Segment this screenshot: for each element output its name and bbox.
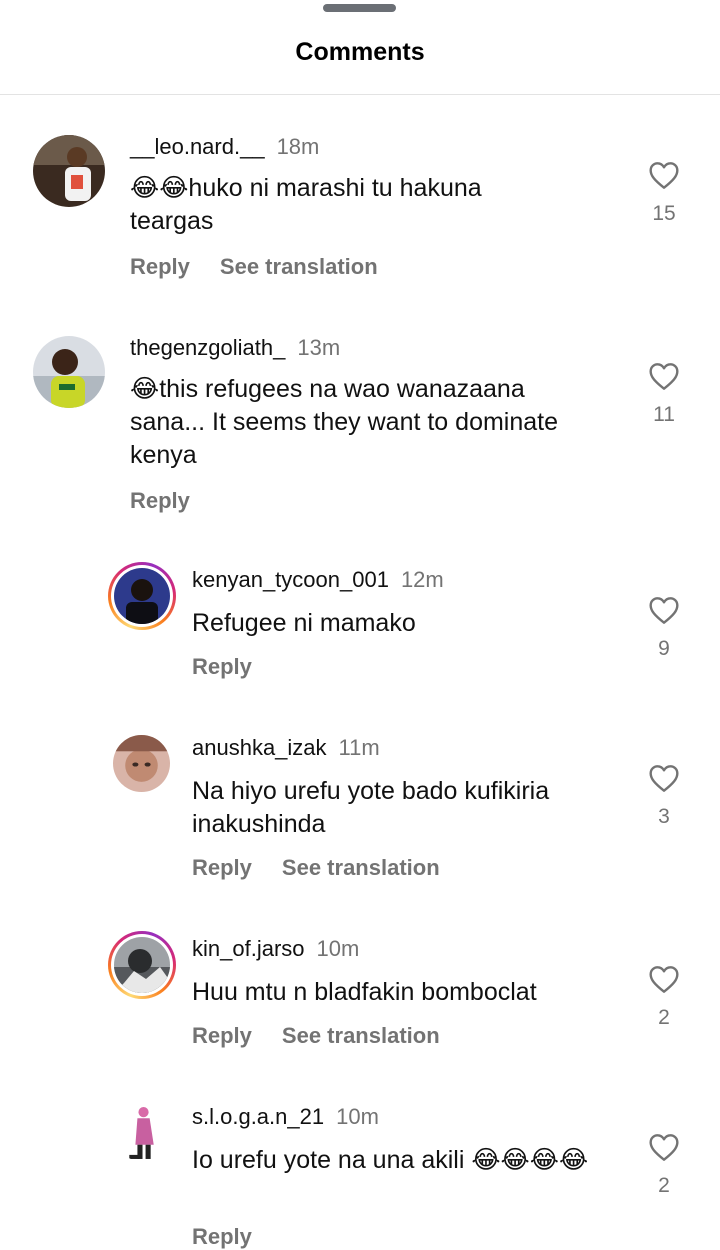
avatar[interactable] <box>33 336 105 408</box>
like-count: 3 <box>658 805 670 828</box>
comment-text: Na hiyo urefu yote bado kufikiria inakus… <box>192 777 550 838</box>
comment-time: 11m <box>338 735 380 760</box>
comment-time: 13m <box>297 335 341 360</box>
heart-outline-icon <box>649 363 679 390</box>
comment-username[interactable]: __leo.nard.__ <box>130 134 265 159</box>
comment-time: 10m <box>316 936 360 961</box>
heart-outline-icon <box>649 966 679 993</box>
see-translation-button[interactable]: See translation <box>282 1023 440 1048</box>
comment-username[interactable]: anushka_izak <box>192 735 327 760</box>
heart-outline-icon <box>649 1134 679 1161</box>
reply-button[interactable]: Reply <box>192 1224 252 1249</box>
page-title: Comments <box>295 38 425 66</box>
heart-outline-icon <box>649 597 679 624</box>
comment-text: 😂this refugees na wao wanazaana sana... … <box>130 375 559 469</box>
comment-username[interactable]: s.l.o.g.a.n_21 <box>192 1104 324 1129</box>
reply-button[interactable]: Reply <box>130 488 190 513</box>
like-button[interactable]: 3 <box>644 763 684 829</box>
like-button[interactable]: 2 <box>644 964 684 1030</box>
like-count: 2 <box>658 1006 670 1029</box>
avatar[interactable] <box>113 1104 170 1161</box>
see-translation-button[interactable]: See translation <box>282 855 440 880</box>
comment-username[interactable]: kin_of.jarso <box>192 936 305 961</box>
like-button[interactable]: 15 <box>644 160 684 226</box>
heart-outline-icon <box>649 162 679 189</box>
avatar <box>114 568 170 624</box>
comment-text: Io urefu yote na una akili 😂😂😂😂 <box>192 1146 589 1174</box>
avatar[interactable] <box>33 135 105 207</box>
comment-text: Refugee ni mamako <box>192 609 416 637</box>
like-count: 9 <box>658 637 670 660</box>
comment-username[interactable]: thegenzgoliath_ <box>130 335 285 360</box>
like-count: 11 <box>653 403 675 426</box>
like-count: 2 <box>658 1174 670 1197</box>
avatar[interactable] <box>113 735 170 792</box>
header-divider <box>0 94 720 95</box>
reply-button[interactable]: Reply <box>192 855 252 880</box>
like-count: 15 <box>652 202 676 225</box>
story-ring[interactable] <box>108 931 176 999</box>
like-button[interactable]: 2 <box>644 1132 684 1198</box>
reply-button[interactable]: Reply <box>192 654 252 679</box>
like-button[interactable]: 9 <box>644 595 684 661</box>
avatar <box>114 937 170 993</box>
comment-username[interactable]: kenyan_tycoon_001 <box>192 567 389 592</box>
comment-text: Huu mtu n bladfakin bomboclat <box>192 978 537 1006</box>
comment-text: 😂😂huko ni marashi tu hakuna teargas <box>130 174 482 235</box>
reply-button[interactable]: Reply <box>192 1023 252 1048</box>
comment-time: 12m <box>400 567 444 592</box>
like-button[interactable]: 11 <box>644 361 684 427</box>
comment-time: 18m <box>276 134 320 159</box>
comment-time: 10m <box>336 1104 379 1129</box>
reply-button[interactable]: Reply <box>130 254 190 279</box>
heart-outline-icon <box>649 765 679 792</box>
drag-handle[interactable] <box>323 4 396 12</box>
see-translation-button[interactable]: See translation <box>220 254 378 279</box>
story-ring[interactable] <box>108 562 176 630</box>
